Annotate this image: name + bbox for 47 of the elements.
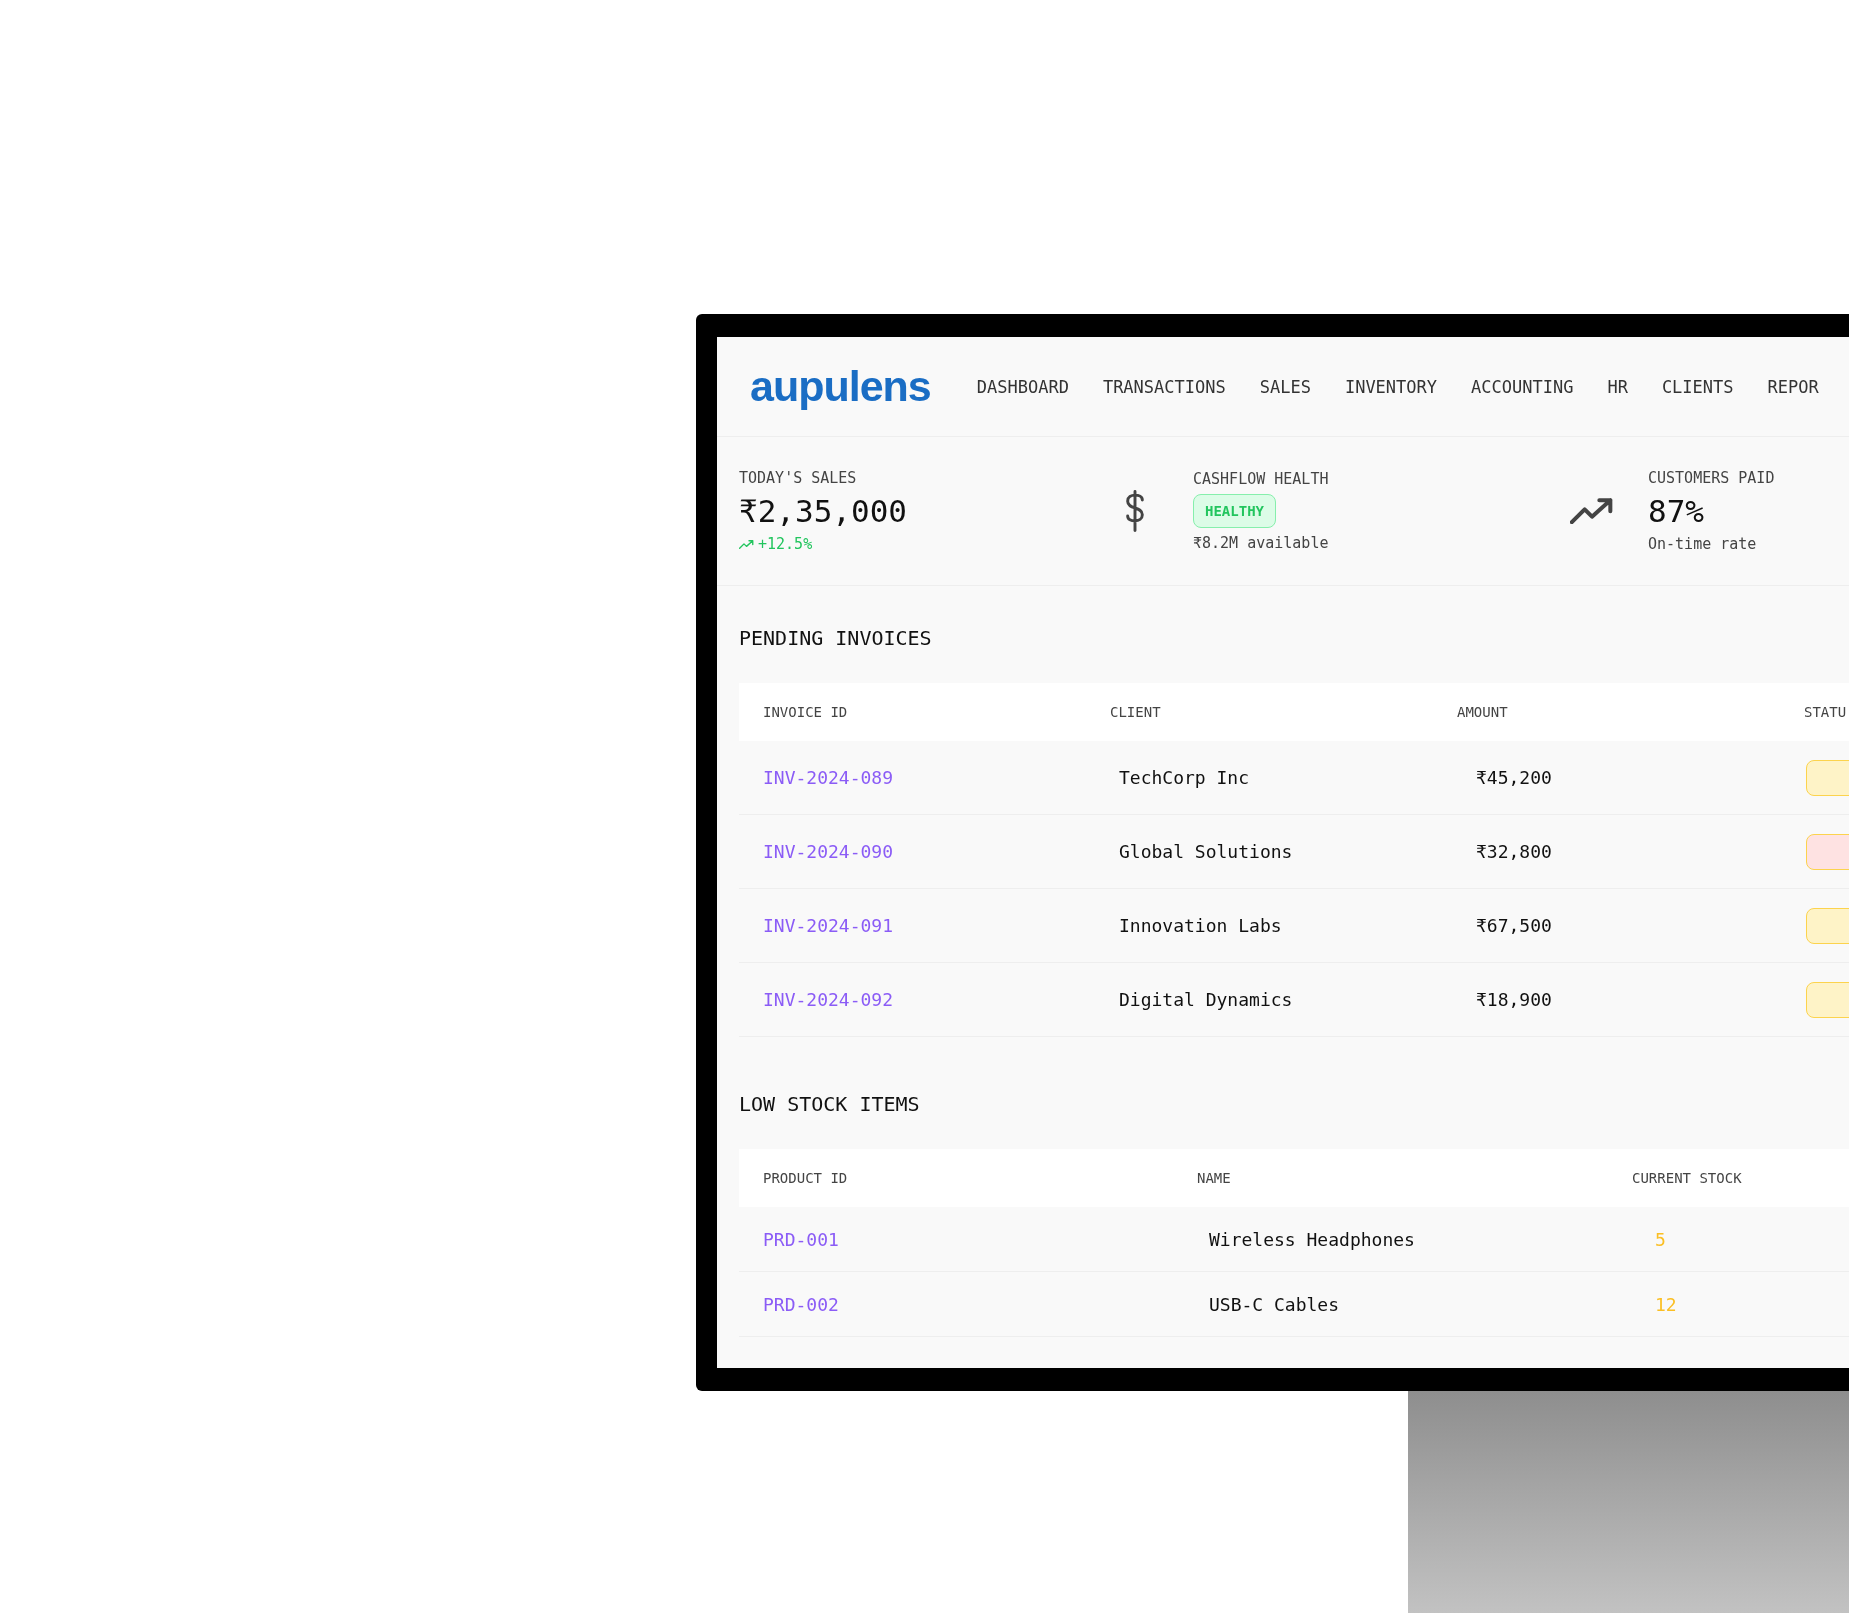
table-cell-text: Wireless Headphones (1208, 1228, 1416, 1250)
table-cell-text: ₹67,500 (1475, 915, 1553, 936)
table-cell-text: USB-C Cables (1208, 1293, 1341, 1315)
column-header: CLIENT (1109, 704, 1162, 720)
table-cell-text: TechCorp Inc (1118, 767, 1251, 788)
stock-count: 12 (1654, 1293, 1678, 1315)
nav-link[interactable]: ACCOUNTING (1471, 376, 1574, 397)
invoice-link[interactable]: INV-2024-090 (739, 841, 1086, 862)
column-header: PRODUCT ID (762, 1170, 849, 1186)
nav-link[interactable]: SALES (1259, 376, 1311, 397)
stat-change: +12.5% (758, 535, 813, 553)
invoice-link[interactable]: INV-2024-089 (739, 767, 1086, 788)
section-title: LOW STOCK ITEMS (739, 1091, 921, 1118)
stat-note: ₹8.2M available (1193, 534, 1330, 552)
stat-label: CUSTOMERS PAID (1648, 469, 1776, 487)
stock-count: 5 (1654, 1228, 1667, 1250)
table-cell-text: Innovation Labs (1118, 915, 1283, 936)
table-cell-text: Digital Dynamics (1118, 989, 1294, 1010)
stat-label: TODAY'S SALES (739, 469, 858, 487)
product-link[interactable]: PRD-002 (739, 1293, 1173, 1315)
column-header: AMOUNT (1456, 704, 1509, 720)
invoice-link[interactable]: INV-2024-091 (739, 915, 1086, 936)
nav-link[interactable]: HR (1607, 376, 1628, 397)
nav-link[interactable]: REPOR (1767, 376, 1819, 397)
column-header: CURRENT STOCK (1631, 1170, 1743, 1186)
table-cell-text: ₹45,200 (1475, 767, 1553, 788)
stat-value: 87% (1648, 493, 1705, 529)
health-badge: HEALTHY (1193, 494, 1276, 528)
nav-link[interactable]: CLIENTS (1661, 376, 1734, 397)
stat-label: CASHFLOW HEALTH (1193, 470, 1330, 488)
trend-up-icon (1570, 497, 1614, 525)
stat-value: ₹2,35,000 (739, 493, 908, 529)
table-cell-text: ₹32,800 (1475, 841, 1553, 862)
section-title: PENDING INVOICES (739, 625, 933, 652)
nav-link[interactable]: INVENTORY (1344, 376, 1438, 397)
stat-note: On-time rate (1648, 535, 1758, 553)
nav-link[interactable]: DASHBOARD (976, 376, 1069, 397)
column-header: NAME (1196, 1170, 1232, 1186)
table-cell-text: ₹18,900 (1475, 989, 1553, 1010)
brand-logo[interactable]: aupulens (750, 362, 931, 411)
nav-link[interactable]: TRANSACTIONS (1102, 376, 1226, 397)
product-link[interactable]: PRD-001 (739, 1228, 1173, 1250)
column-header: INVOICE ID (762, 704, 849, 720)
column-header: STATU (1803, 704, 1848, 720)
trend-up-icon (739, 539, 754, 549)
invoice-link[interactable]: INV-2024-092 (739, 989, 1086, 1010)
table-cell-text: Global Solutions (1118, 841, 1294, 862)
